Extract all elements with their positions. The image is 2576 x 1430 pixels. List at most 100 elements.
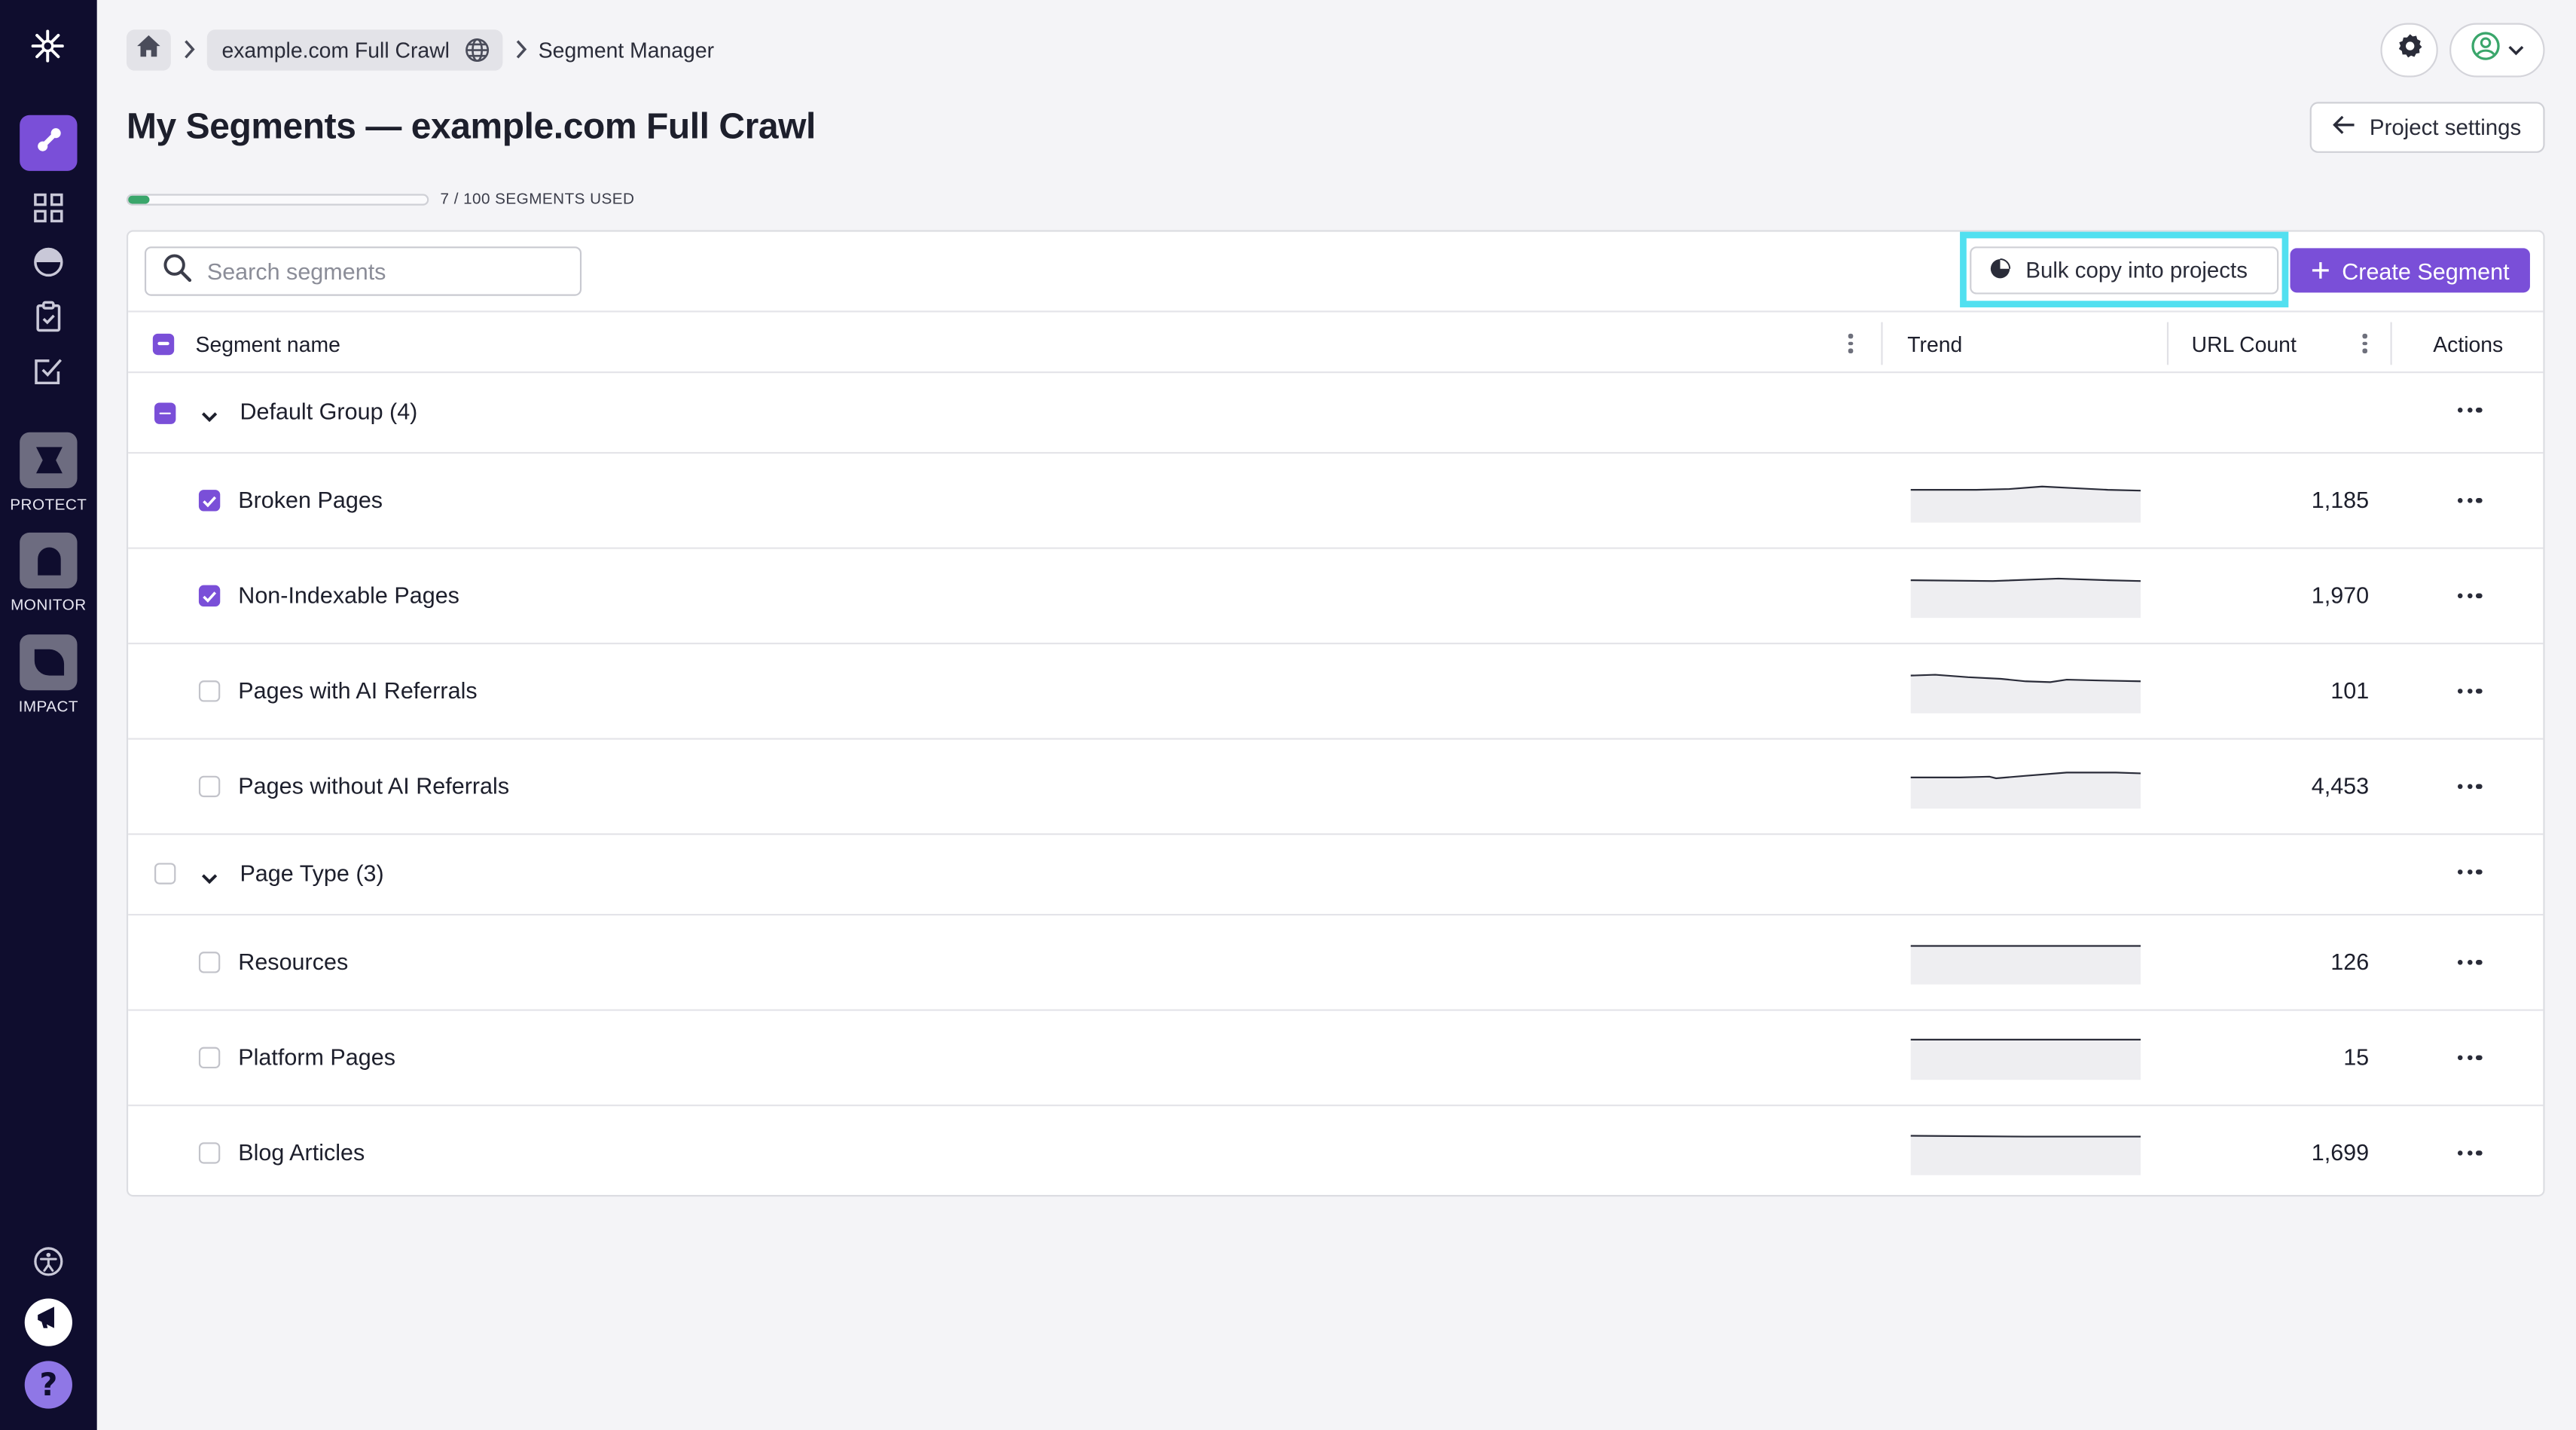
chevron-down-icon[interactable] (200, 865, 218, 894)
row-actions-button[interactable] (2457, 1150, 2482, 1157)
group-checkbox[interactable] (154, 863, 176, 885)
bulk-copy-label: Bulk copy into projects (2025, 258, 2248, 283)
user-menu-button[interactable] (2449, 23, 2545, 78)
create-segment-label: Create Segment (2342, 257, 2510, 284)
project-settings-button[interactable]: Project settings (2309, 102, 2545, 153)
link-icon (34, 124, 63, 162)
segment-name[interactable]: Pages without AI Referrals (238, 772, 509, 799)
column-header-trend[interactable]: Trend (1907, 313, 1962, 375)
segments-usage-label: 7 / 100 SEGMENTS USED (440, 191, 635, 209)
table-header: Segment name Trend URL Count Actions (128, 310, 2544, 375)
breadcrumb: example.com Full Crawl Segment Manager (126, 28, 715, 71)
accessibility-button[interactable] (25, 1241, 72, 1288)
settings-button[interactable] (2380, 23, 2438, 78)
table-row[interactable]: Pages without AI Referrals 4,453 (128, 740, 2544, 836)
row-actions-button[interactable] (2457, 593, 2482, 599)
url-count: 1,699 (2311, 1138, 2370, 1166)
row-actions-button[interactable] (2457, 784, 2482, 790)
segment-name[interactable]: Pages with AI Referrals (238, 677, 477, 704)
select-all-checkbox[interactable] (152, 313, 175, 375)
sidebar-item-monitor[interactable]: MONITOR (0, 532, 97, 615)
sidebar-item-tasks[interactable] (31, 300, 66, 337)
segments-table-card: Bulk copy into projects Create Segment S… (126, 230, 2545, 1198)
table-row[interactable]: Platform Pages 15 (128, 1011, 2544, 1107)
checkbox-icon (33, 354, 64, 393)
group-row-default[interactable]: Default Group (4) (128, 373, 2544, 454)
breadcrumb-home[interactable] (126, 29, 171, 70)
column-header-name[interactable]: Segment name (196, 313, 340, 375)
sidebar-item-reports[interactable] (31, 246, 66, 285)
column-divider (1881, 322, 1883, 365)
group-row-page-type[interactable]: Page Type (3) (128, 835, 2544, 916)
table-row[interactable]: Broken Pages 1,185 (128, 454, 2544, 549)
row-actions-button[interactable] (2457, 689, 2482, 695)
help-button[interactable]: ? (24, 1361, 72, 1409)
sidebar-item-checks[interactable] (31, 356, 66, 391)
table-row[interactable]: Blog Articles 1,699 (128, 1106, 2543, 1198)
table-row[interactable]: Resources 126 (128, 915, 2544, 1011)
trend-sparkline (1910, 1135, 2141, 1175)
row-actions-button[interactable] (2457, 960, 2482, 966)
column-menu-url-count[interactable] (2362, 313, 2367, 375)
chevron-down-icon[interactable] (200, 402, 218, 432)
column-divider (2166, 322, 2169, 365)
group-label: Default Group (4) (240, 397, 418, 424)
column-menu-name[interactable] (1848, 313, 1853, 375)
breadcrumb-project[interactable]: example.com Full Crawl (206, 29, 502, 70)
sidebar: PROTECT MONITOR IMPACT ? (0, 0, 97, 1430)
column-header-actions: Actions (2433, 331, 2504, 356)
group-actions-button[interactable] (2457, 408, 2482, 413)
url-count: 101 (2330, 677, 2370, 704)
gauge-icon (33, 246, 64, 285)
sidebar-item-protect[interactable]: PROTECT (0, 432, 97, 515)
group-actions-button[interactable] (2457, 869, 2482, 875)
row-checkbox[interactable] (198, 585, 221, 607)
search-box[interactable] (144, 246, 582, 296)
bulk-copy-button[interactable]: Bulk copy into projects (1970, 246, 2279, 295)
segment-name[interactable]: Blog Articles (238, 1139, 365, 1166)
search-input[interactable] (206, 258, 569, 285)
row-actions-button[interactable] (2457, 498, 2482, 503)
breadcrumb-current: Segment Manager (538, 37, 715, 62)
trend-sparkline (1910, 485, 2141, 523)
row-checkbox[interactable] (198, 1047, 221, 1069)
segment-name[interactable]: Non-Indexable Pages (238, 582, 459, 608)
monitor-icon (20, 532, 78, 589)
table-row[interactable]: Pages with AI Referrals 101 (128, 644, 2544, 740)
row-checkbox[interactable] (198, 1142, 221, 1164)
trend-sparkline (1910, 772, 2141, 809)
row-checkbox[interactable] (198, 490, 221, 512)
logo-icon[interactable] (28, 26, 67, 66)
group-checkbox[interactable] (154, 402, 176, 424)
impact-icon (20, 634, 78, 691)
column-header-url-count[interactable]: URL Count (2192, 313, 2297, 375)
sidebar-item-segments[interactable] (20, 115, 78, 171)
accessibility-icon (33, 1245, 64, 1285)
kebab-icon (2362, 334, 2367, 353)
chevron-down-icon (2506, 35, 2524, 65)
segments-usage-bar (126, 194, 429, 206)
announcements-button[interactable] (24, 1298, 72, 1346)
url-count: 15 (2343, 1043, 2370, 1071)
trend-sparkline (1910, 1038, 2141, 1080)
sidebar-item-impact[interactable]: IMPACT (0, 634, 97, 717)
row-checkbox[interactable] (198, 775, 221, 798)
segment-name[interactable]: Broken Pages (238, 487, 383, 513)
column-divider (2390, 322, 2392, 365)
row-actions-button[interactable] (2457, 1055, 2482, 1061)
segment-name[interactable]: Resources (238, 949, 348, 975)
url-count: 1,970 (2311, 582, 2370, 609)
create-segment-button[interactable]: Create Segment (2290, 248, 2530, 293)
table-row[interactable]: Non-Indexable Pages 1,970 (128, 549, 2544, 645)
segments-usage-fill (128, 195, 149, 204)
url-count: 126 (2330, 948, 2370, 975)
url-count: 1,185 (2311, 486, 2370, 513)
trend-sparkline (1910, 674, 2141, 713)
segment-name[interactable]: Platform Pages (238, 1043, 395, 1070)
row-checkbox[interactable] (198, 680, 221, 702)
trend-sparkline (1910, 577, 2141, 619)
sidebar-item-dashboard[interactable] (31, 192, 66, 228)
page-title: My Segments — example.com Full Crawl (126, 105, 816, 147)
row-checkbox[interactable] (198, 952, 221, 973)
protect-icon (20, 432, 78, 488)
